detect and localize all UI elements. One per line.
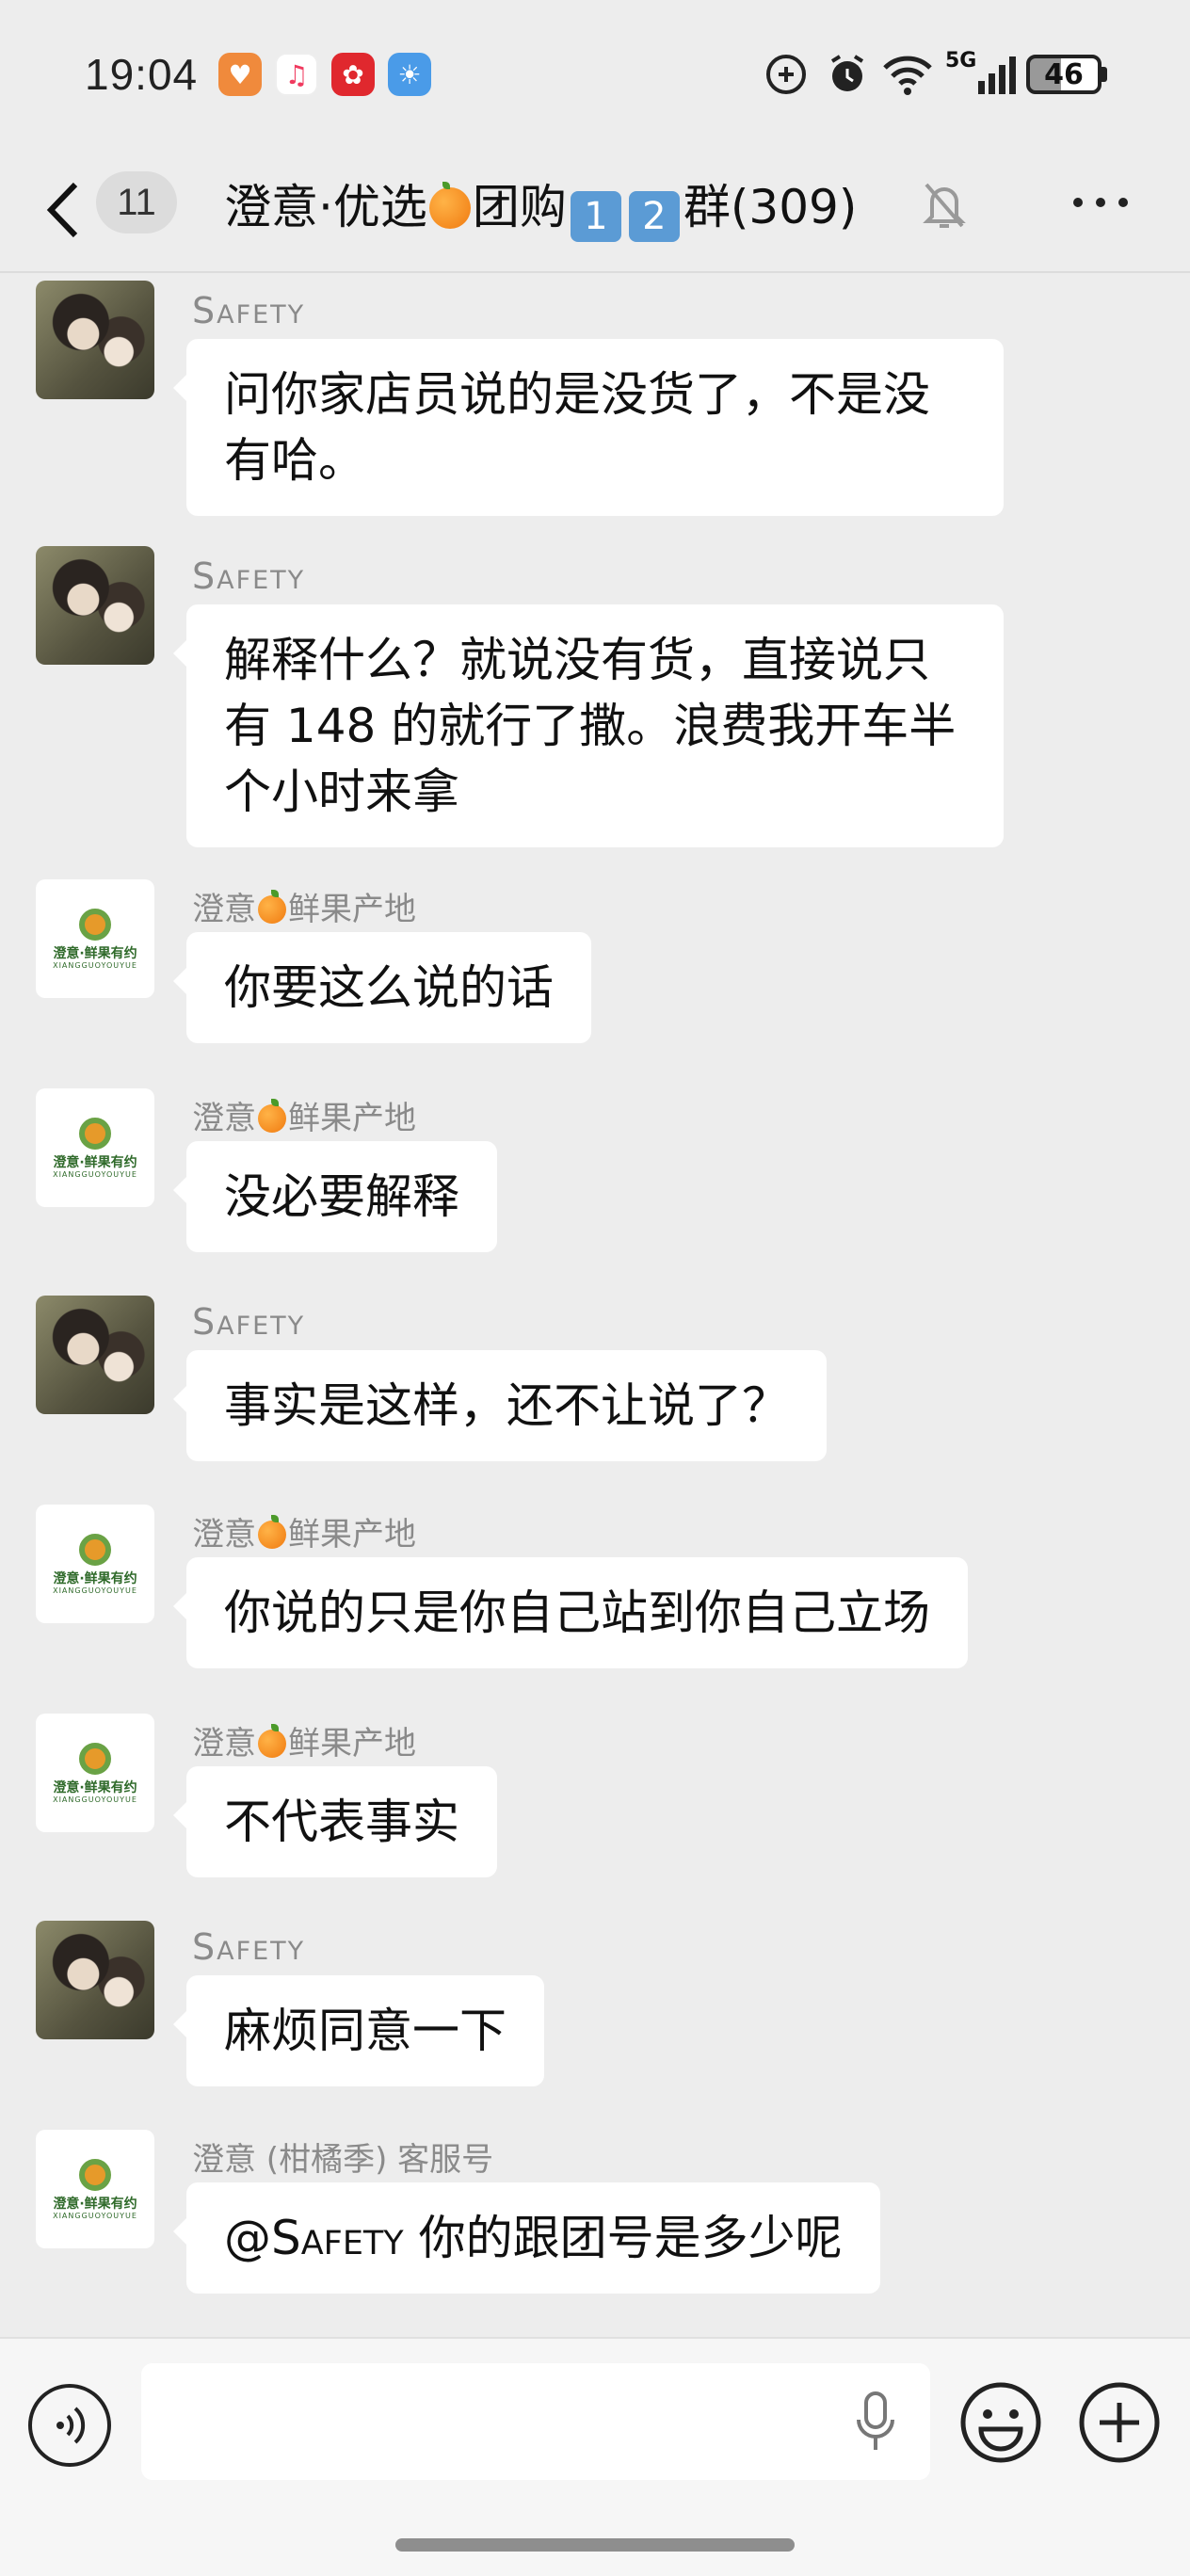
orange-emoji-icon <box>258 1099 286 1133</box>
mention-link[interactable]: @Safety <box>224 2211 404 2265</box>
message-bubble[interactable]: 解释什么？就说没有货，直接说只 有 148 的就行了撒。浪费我开车半 个小时来拿 <box>173 604 1004 847</box>
voice-mode-button[interactable] <box>28 2384 111 2467</box>
alarm-icon <box>825 53 870 96</box>
network-label: 5G <box>945 49 977 72</box>
message-bubble[interactable]: 没必要解释 <box>173 1141 497 1252</box>
smiley-icon <box>960 2382 1041 2463</box>
signal-icon: 5G <box>945 49 1020 96</box>
chevron-left-icon <box>46 182 78 238</box>
avatar[interactable] <box>36 281 154 399</box>
keycap-one-icon: 1 <box>570 191 621 242</box>
fruit-logo-icon <box>79 1742 111 1775</box>
sender-name: 澄意 鲜果产地 <box>192 1515 416 1554</box>
avatar[interactable]: 澄意·鲜果有约 XIANGGUOYOUYUE <box>36 1714 154 1832</box>
orange-emoji-icon <box>258 1724 286 1758</box>
sender-name: 澄意 鲜果产地 <box>192 890 416 928</box>
more-options-button[interactable] <box>1073 188 1139 217</box>
avatar[interactable]: 澄意·鲜果有约 XIANGGUOYOUYUE <box>36 2130 154 2248</box>
mute-bell-icon <box>921 179 968 232</box>
weather-app-icon: ☀ <box>388 53 431 96</box>
sender-name: 澄意 鲜果产地 <box>192 1724 416 1763</box>
plus-icon <box>1079 2382 1160 2463</box>
status-time: 19:04 <box>85 50 199 99</box>
avatar[interactable]: 澄意·鲜果有约 XIANGGUOYOUYUE <box>36 1505 154 1623</box>
message-bubble[interactable]: 不代表事实 <box>173 1766 497 1877</box>
emoji-button[interactable] <box>958 2380 1043 2465</box>
wifi-icon <box>881 53 934 96</box>
message-input[interactable] <box>141 2363 930 2480</box>
fruit-logo-icon <box>79 2158 111 2191</box>
group-title[interactable]: 澄意·优选 团购 1 2 群(309) <box>224 169 857 242</box>
lucky-app-icon: ✿ <box>331 53 375 96</box>
fruit-logo-icon <box>79 1533 111 1566</box>
message-bubble[interactable]: @Safety 你的跟团号是多少呢 <box>173 2182 880 2294</box>
unread-count-badge[interactable]: 11 <box>96 171 177 233</box>
message-bubble[interactable]: 问你家店员说的是没货了，不是没 有哈。 <box>173 339 1004 516</box>
battery-icon: 46 <box>1026 53 1107 96</box>
message-bubble[interactable]: 你说的只是你自己站到你自己立场 <box>173 1557 968 1668</box>
sender-name: 澄意 鲜果产地 <box>192 1099 416 1137</box>
message-bubble[interactable]: 麻烦同意一下 <box>173 1975 544 2086</box>
sender-name: Safety <box>192 290 306 331</box>
health-app-icon: ♥ <box>218 53 262 96</box>
voice-icon <box>56 2407 86 2444</box>
message-list[interactable]: Safety 问你家店员说的是没货了，不是没 有哈。 Safety 解释什么？就… <box>0 275 1190 2337</box>
home-indicator[interactable] <box>395 2538 795 2552</box>
battery-level: 46 <box>1044 57 1084 91</box>
sender-name: Safety <box>192 1301 306 1343</box>
microphone-icon[interactable] <box>847 2388 904 2455</box>
avatar[interactable] <box>36 1296 154 1414</box>
input-bar <box>0 2337 1190 2576</box>
back-button[interactable] <box>41 177 88 243</box>
sender-name: Safety <box>192 555 306 597</box>
more-actions-button[interactable] <box>1077 2380 1162 2465</box>
message-bubble[interactable]: 你要这么说的话 <box>173 932 591 1043</box>
fruit-logo-icon <box>79 1117 111 1150</box>
orange-emoji-icon <box>428 182 471 229</box>
data-saver-icon <box>764 53 808 96</box>
orange-emoji-icon <box>258 890 286 924</box>
avatar[interactable] <box>36 1921 154 2039</box>
orange-emoji-icon <box>258 1515 286 1549</box>
avatar[interactable] <box>36 546 154 665</box>
sender-name: Safety <box>192 1926 306 1968</box>
keycap-two-icon: 2 <box>628 191 680 242</box>
status-bar: 19:04 ♥ ♫ ✿ ☀ 5G 46 <box>0 0 1190 151</box>
avatar[interactable]: 澄意·鲜果有约 XIANGGUOYOUYUE <box>36 879 154 998</box>
avatar[interactable]: 澄意·鲜果有约 XIANGGUOYOUYUE <box>36 1088 154 1207</box>
sender-name: 澄意 (柑橘季) 客服号 <box>192 2141 494 2179</box>
fruit-logo-icon <box>79 908 111 941</box>
chat-header: 11 澄意·优选 团购 1 2 群(309) <box>0 151 1190 273</box>
message-bubble[interactable]: 事实是这样，还不让说了？ <box>173 1350 827 1461</box>
music-app-icon: ♫ <box>275 53 318 96</box>
